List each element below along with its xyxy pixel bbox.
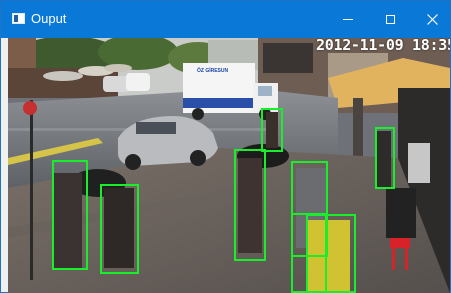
detection-box [52,160,88,270]
detection-box [100,184,139,274]
video-timestamp: 2012-11-09 18:35:03 [316,38,450,54]
app-window-icon [12,13,25,24]
minimize-icon [342,19,353,20]
detection-box [375,127,395,189]
video-frame: ÖZ GİRESUN 2012-11-09 18:35:03 [8,38,450,293]
maximize-icon [386,15,395,24]
close-button[interactable] [410,1,451,38]
detection-box [261,108,283,152]
close-icon [427,14,438,25]
maximize-button[interactable] [368,1,413,38]
detection-box [234,149,266,261]
minimize-button[interactable] [325,1,370,38]
window-title: Ouput [31,11,67,26]
app-window: Ouput ÖZ GİRESUN 2012-11-09 18:3 [0,0,451,293]
title-bar[interactable]: Ouput [1,1,450,38]
truck-brand-text: ÖZ GİRESUN [197,68,229,74]
detection-box [306,214,356,293]
